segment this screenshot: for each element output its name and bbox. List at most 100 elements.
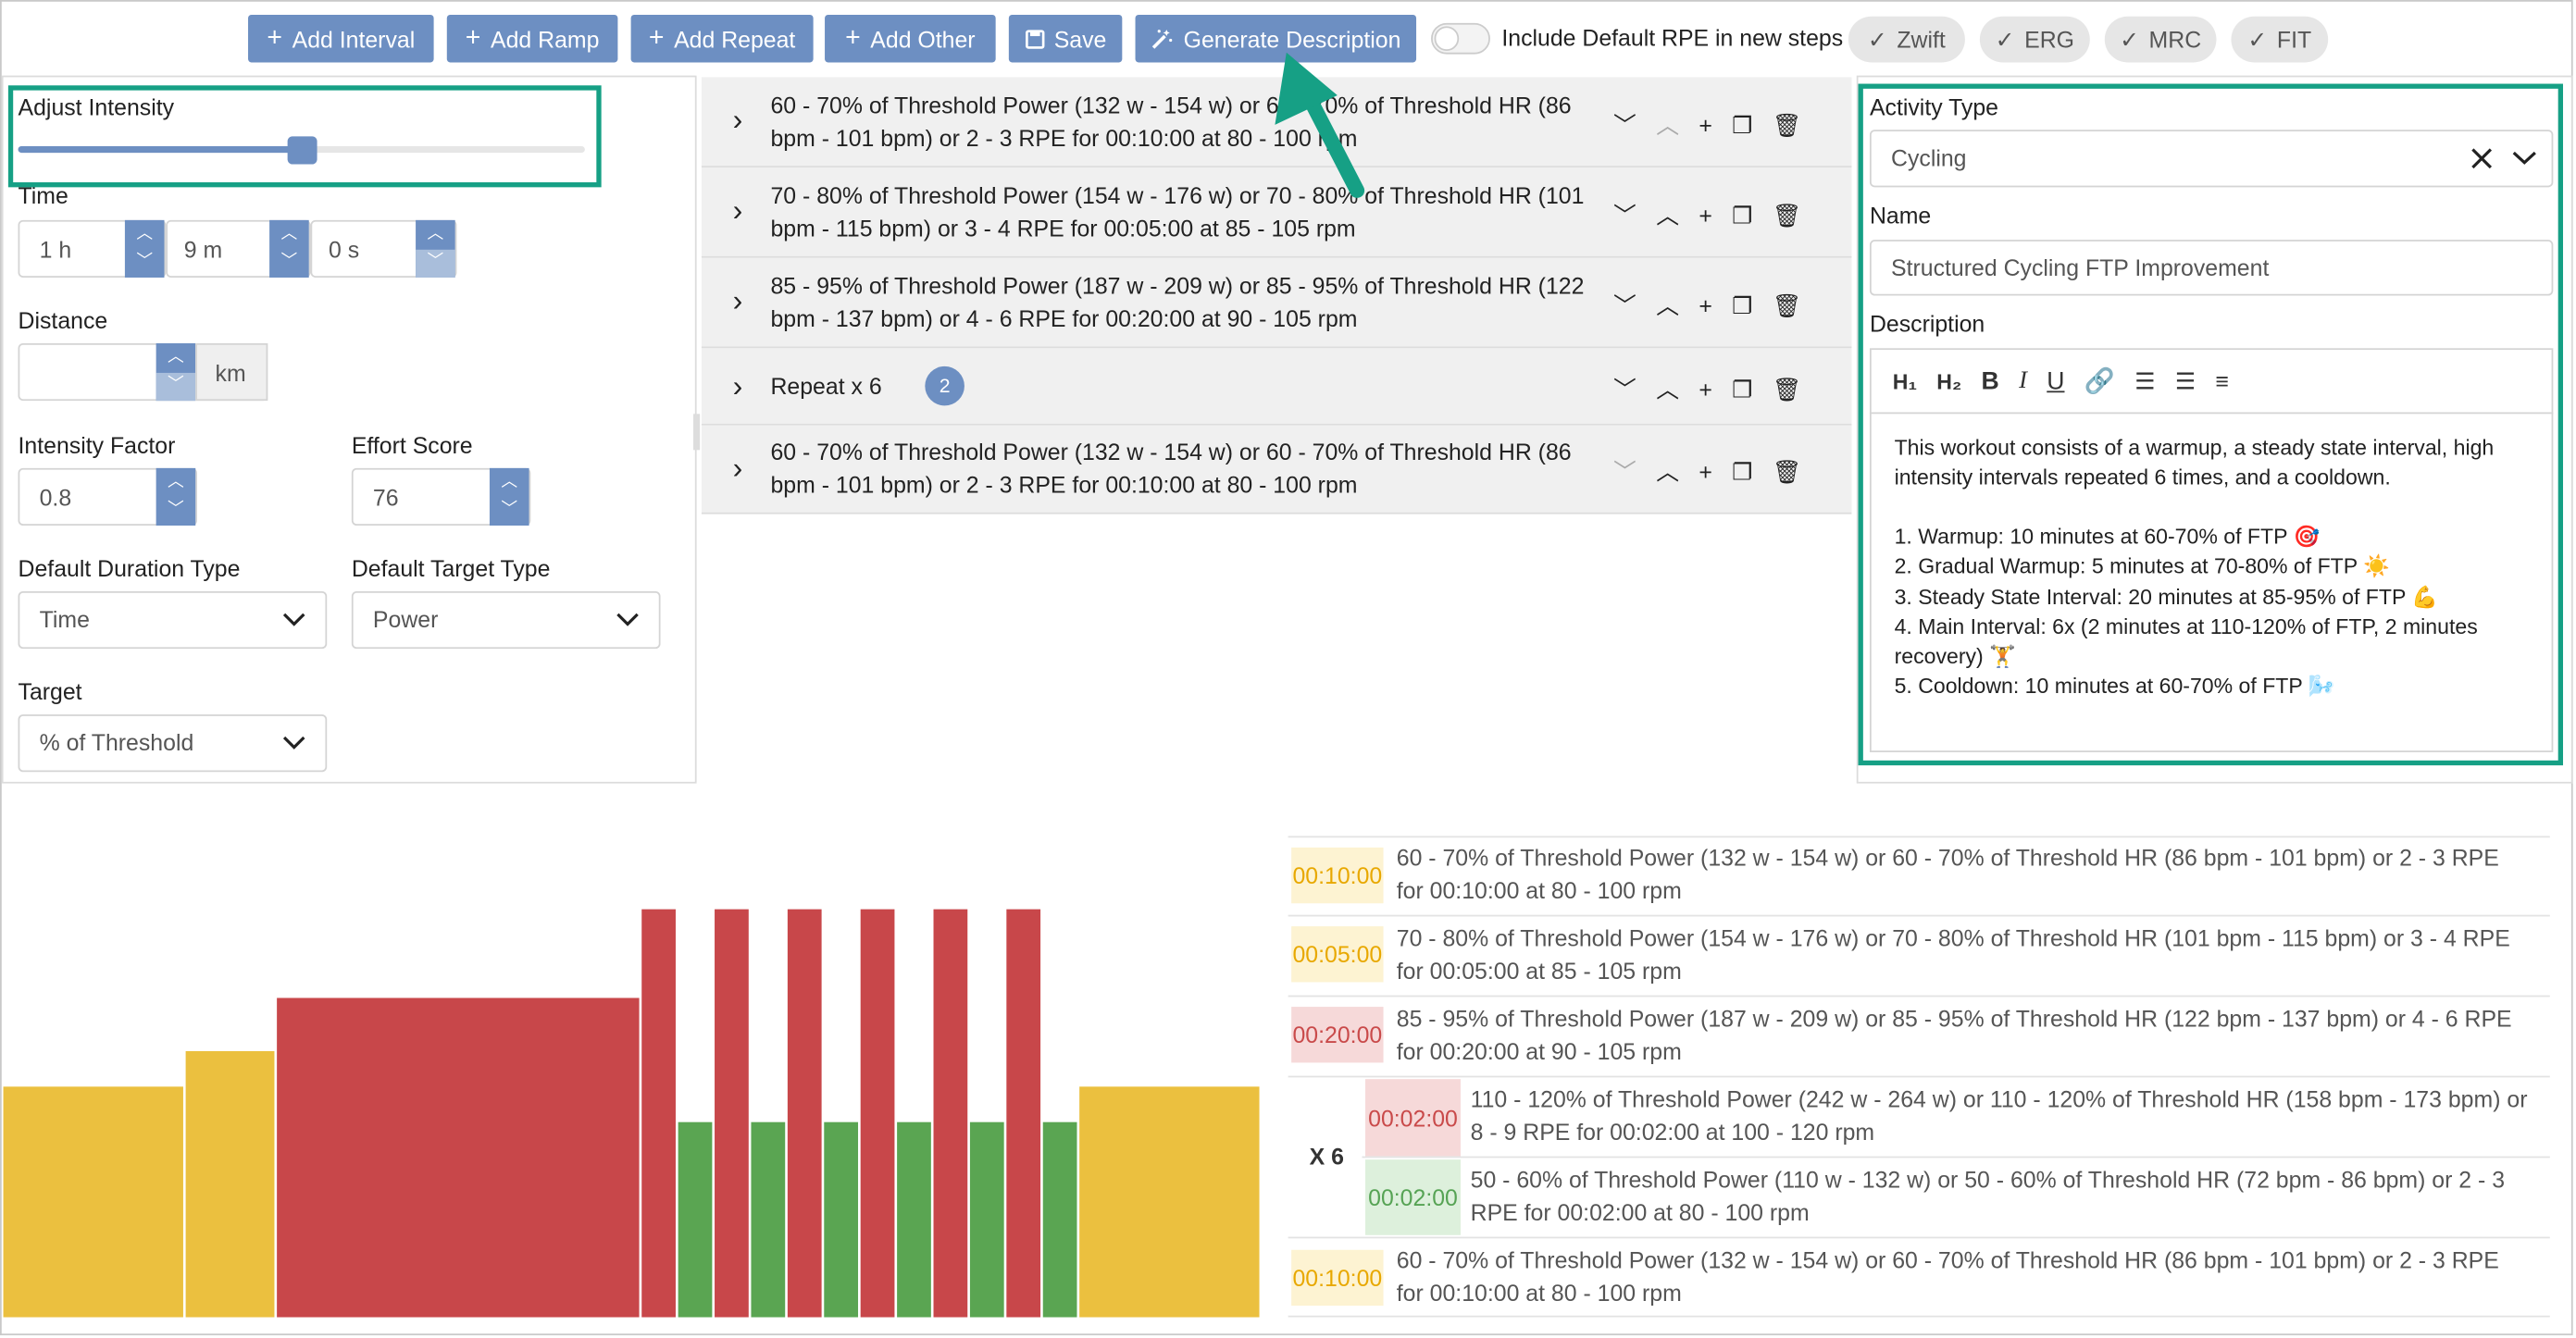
mrc-export-pill[interactable]: ✓ MRC xyxy=(2104,16,2217,63)
save-button[interactable]: Save xyxy=(1008,14,1123,63)
expand-chevron-icon[interactable]: › xyxy=(733,369,743,403)
move-up-icon[interactable]: ︿ xyxy=(1656,199,1679,232)
copy-icon[interactable]: ❐ xyxy=(1732,457,1752,485)
summary-duration: 00:20:00 xyxy=(1291,1007,1384,1063)
add-repeat-button[interactable]: + Add Repeat xyxy=(630,14,814,63)
chevron-down-icon[interactable]: ﹀ xyxy=(125,249,165,278)
effort-score-value: 76 xyxy=(372,484,399,512)
workout-segment-bar xyxy=(860,909,895,1318)
effort-score-stepper[interactable]: ︿ ﹀ xyxy=(489,467,529,526)
chevron-up-icon[interactable]: ︿ xyxy=(416,220,455,249)
summary-text: 60 - 70% of Threshold Power (132 w - 154… xyxy=(1396,844,2499,903)
summary-divider xyxy=(1288,836,2550,838)
copy-icon[interactable]: ❐ xyxy=(1732,111,1752,139)
workout-segment-bar xyxy=(641,909,676,1318)
hours-stepper[interactable]: ︿ ﹀ xyxy=(124,219,165,278)
chevron-down-icon xyxy=(282,736,305,750)
chevron-up-icon[interactable]: ︿ xyxy=(490,468,529,497)
trash-icon[interactable]: 🗑 xyxy=(1773,291,1802,319)
move-down-icon[interactable]: ﹀ xyxy=(1613,199,1636,232)
workout-segment-bar xyxy=(3,1086,183,1318)
workout-chart xyxy=(3,909,1260,1318)
hours-value: 1 h xyxy=(39,236,72,263)
summary-text: 50 - 60% of Threshold Power (110 w - 132… xyxy=(1470,1166,2506,1225)
add-icon[interactable]: + xyxy=(1699,292,1712,318)
chevron-up-icon[interactable]: ︿ xyxy=(269,220,309,249)
plus-icon: + xyxy=(465,23,481,52)
move-down-icon[interactable]: ﹀ xyxy=(1613,455,1636,489)
expand-chevron-icon[interactable]: › xyxy=(733,452,743,486)
erg-export-pill[interactable]: ✓ ERG xyxy=(1979,16,2090,63)
magic-wand-icon xyxy=(1152,29,1173,48)
panel-resize-handle[interactable] xyxy=(693,414,701,451)
chevron-up-icon[interactable]: ︿ xyxy=(156,343,196,372)
add-ramp-button[interactable]: + Add Ramp xyxy=(446,14,618,63)
rpe-toggle[interactable] xyxy=(1431,22,1490,55)
copy-icon[interactable]: ❐ xyxy=(1732,201,1752,229)
check-icon: ✓ xyxy=(1867,25,1887,52)
summary-text: 60 - 70% of Threshold Power (132 w - 154… xyxy=(1396,1246,2499,1306)
move-up-icon[interactable]: ︿ xyxy=(1656,455,1679,489)
workout-segment-bar xyxy=(277,997,640,1318)
chevron-down-icon xyxy=(282,613,305,626)
summary-duration: 00:10:00 xyxy=(1291,847,1384,904)
toggle-knob xyxy=(1434,26,1460,52)
chevron-down-icon[interactable]: ﹀ xyxy=(156,497,196,526)
duration-type-label: Default Duration Type xyxy=(18,554,241,582)
chevron-down-icon[interactable]: ﹀ xyxy=(269,249,309,278)
expand-chevron-icon[interactable]: › xyxy=(733,193,743,228)
chevron-down-icon[interactable]: ﹀ xyxy=(416,248,455,278)
chevron-up-icon[interactable]: ︿ xyxy=(125,220,165,249)
copy-icon[interactable]: ❐ xyxy=(1732,376,1752,403)
seconds-stepper[interactable]: ︿ ﹀ xyxy=(416,219,455,278)
add-icon[interactable]: + xyxy=(1699,202,1712,228)
annotation-arrow xyxy=(1275,52,1365,198)
chevron-down-icon[interactable]: ﹀ xyxy=(490,497,529,526)
move-up-icon[interactable]: ︿ xyxy=(1656,289,1679,322)
step-row[interactable]: › 85 - 95% of Threshold Power (187 w - 2… xyxy=(701,257,1852,349)
distance-unit: km xyxy=(215,359,246,387)
move-down-icon[interactable]: ﹀ xyxy=(1613,108,1636,141)
minutes-stepper[interactable]: ︿ ﹀ xyxy=(269,219,309,278)
trash-icon[interactable]: 🗑 xyxy=(1773,376,1802,403)
summary-divider xyxy=(1288,1075,2550,1078)
move-down-icon[interactable]: ﹀ xyxy=(1613,289,1636,322)
workout-segment-bar xyxy=(1042,1121,1077,1318)
summary-repeat-label: X 6 xyxy=(1309,1143,1344,1170)
chevron-down-icon xyxy=(616,613,639,626)
add-interval-button[interactable]: + Add Interval xyxy=(248,14,434,63)
distance-stepper[interactable]: ︿ ﹀ xyxy=(156,342,196,402)
copy-icon[interactable]: ❐ xyxy=(1732,291,1752,319)
details-highlight xyxy=(1858,83,2563,766)
chevron-up-icon[interactable]: ︿ xyxy=(156,468,196,497)
step-text: 60 - 70% of Threshold Power (132 w - 154… xyxy=(770,92,1572,151)
step-actions: ﹀ ︿ + ❐ 🗑 xyxy=(1613,455,1801,489)
summary-text: 70 - 80% of Threshold Power (154 w - 176… xyxy=(1396,924,2510,984)
workout-segment-bar xyxy=(1006,909,1041,1318)
add-icon[interactable]: + xyxy=(1699,376,1712,402)
move-up-icon[interactable]: ︿ xyxy=(1656,373,1679,406)
move-down-icon[interactable]: ﹀ xyxy=(1613,373,1636,406)
step-row[interactable]: › 60 - 70% of Threshold Power (132 w - 1… xyxy=(701,425,1852,514)
repeat-text: Repeat x 6 xyxy=(770,372,882,400)
chevron-down-icon[interactable]: ﹀ xyxy=(156,372,196,402)
check-icon: ✓ xyxy=(2120,25,2139,52)
trash-icon[interactable]: 🗑 xyxy=(1773,201,1802,229)
step-actions: ﹀ ︿ + ❐ 🗑 xyxy=(1613,199,1801,232)
add-icon[interactable]: + xyxy=(1699,112,1712,138)
trash-icon[interactable]: 🗑 xyxy=(1773,457,1802,485)
add-other-button[interactable]: + Add Other xyxy=(825,14,996,63)
intensity-factor-stepper[interactable]: ︿ ﹀ xyxy=(156,467,196,526)
workout-segment-bar xyxy=(751,1121,786,1318)
expand-chevron-icon[interactable]: › xyxy=(733,104,743,138)
trash-icon[interactable]: 🗑 xyxy=(1773,111,1802,139)
expand-chevron-icon[interactable]: › xyxy=(733,284,743,318)
move-up-icon[interactable]: ︿ xyxy=(1656,108,1679,141)
workout-segment-bar xyxy=(824,1121,859,1318)
zwift-export-pill[interactable]: ✓ Zwift xyxy=(1848,16,1965,63)
repeat-row[interactable]: › Repeat x 6 2 ﹀ ︿ + ❐ 🗑 xyxy=(701,348,1852,426)
duration-type-value: Time xyxy=(39,605,90,633)
summary-text: 110 - 120% of Threshold Power (242 w - 2… xyxy=(1470,1085,2528,1145)
add-icon[interactable]: + xyxy=(1699,458,1712,484)
fit-export-pill[interactable]: ✓ FIT xyxy=(2231,16,2329,63)
